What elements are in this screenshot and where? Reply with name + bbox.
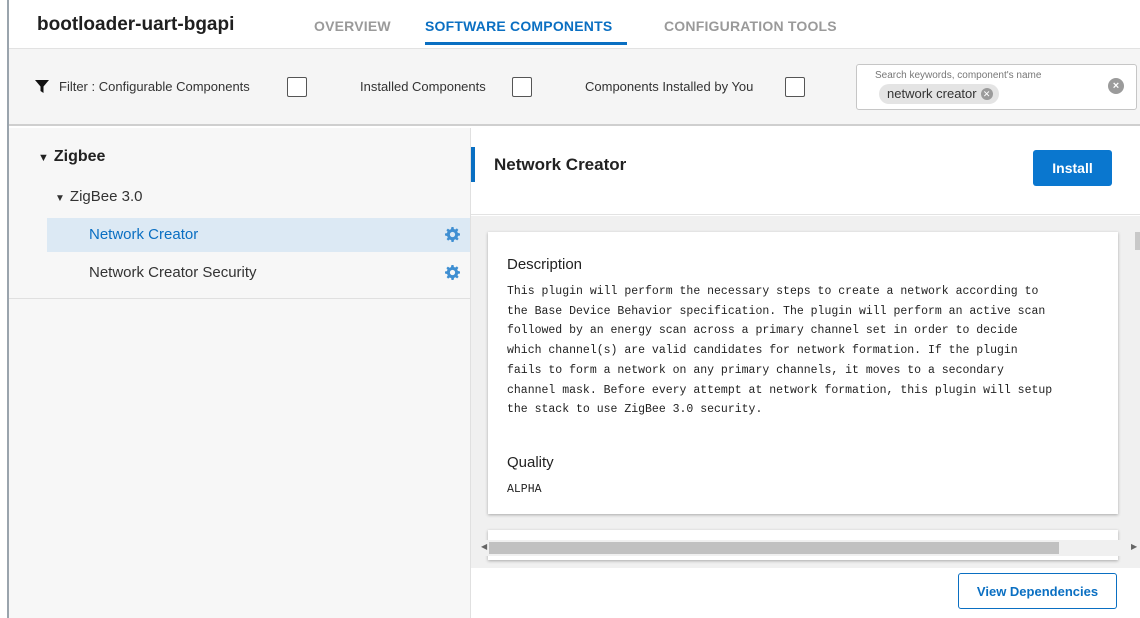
tree-item-network-creator[interactable]: Network Creator <box>47 218 470 252</box>
view-dependencies-button[interactable]: View Dependencies <box>958 573 1117 609</box>
detail-header: Network Creator Install <box>471 128 1140 215</box>
description-line: fails to form a network on any primary c… <box>507 363 1004 377</box>
component-title: Network Creator <box>494 155 627 174</box>
component-tree: ▼ Zigbee ▼ ZigBee 3.0 Network Creator Netw… <box>9 128 470 618</box>
title-accent-bar <box>471 147 475 182</box>
vertical-scrollbar[interactable] <box>1135 232 1140 250</box>
gear-icon[interactable] <box>445 227 460 242</box>
tree-item-label: Network Creator Security <box>89 264 257 281</box>
quality-value: ALPHA <box>507 483 542 496</box>
tab-software-components[interactable]: SOFTWARE COMPONENTS <box>425 18 612 34</box>
search-placeholder: Search keywords, component's name <box>875 70 1042 81</box>
tab-configuration-tools[interactable]: CONFIGURATION TOOLS <box>664 18 837 34</box>
tree-node-label: ZigBee 3.0 <box>69 188 143 205</box>
quality-heading: Quality <box>507 454 554 471</box>
description-line: the stack to use ZigBee 3.0 security. <box>507 403 763 417</box>
gear-icon[interactable] <box>445 265 460 280</box>
description-line: channel mask. Before every attempt at ne… <box>507 383 1053 397</box>
configurable-components-checkbox[interactable] <box>287 77 307 97</box>
scroll-right-icon[interactable]: ▶ <box>1131 542 1137 551</box>
filter-prefix: Filter : <box>59 79 96 94</box>
description-line: the Base Device Behavior specification. … <box>507 304 1046 318</box>
installed-components-label: Installed Components <box>360 79 486 94</box>
caret-down-icon: ▼ <box>55 193 65 204</box>
project-title: bootloader-uart-bgapi <box>37 14 235 35</box>
horizontal-scrollbar[interactable]: ◀ ▶ <box>479 540 1140 556</box>
tree-item-network-creator-security[interactable]: Network Creator Security <box>47 256 470 290</box>
filter-configurable-label: Configurable Components <box>98 79 250 94</box>
tab-overview[interactable]: OVERVIEW <box>314 18 391 34</box>
description-line: which channel(s) are valid candidates fo… <box>507 344 1018 358</box>
tree-node-zigbee[interactable]: ▼ Zigbee <box>38 148 105 166</box>
description-card: Description This plugin will perform the… <box>488 232 1118 514</box>
search-chip-label: network creator <box>887 86 977 101</box>
search-input[interactable]: Search keywords, component's name networ… <box>856 64 1137 110</box>
active-tab-indicator <box>425 42 627 45</box>
search-chip: network creator ✕ <box>879 84 999 104</box>
description-line: This plugin will perform the necessary s… <box>507 285 1039 298</box>
tree-item-label: Network Creator <box>89 226 199 243</box>
detail-footer: View Dependencies <box>471 568 1140 618</box>
scroll-left-icon[interactable]: ◀ <box>481 542 487 551</box>
component-detail: Network Creator Install Description This… <box>470 128 1140 618</box>
installed-by-you-label: Components Installed by You <box>585 79 754 94</box>
horizontal-scroll-thumb[interactable] <box>489 542 1059 554</box>
tree-node-label: Zigbee <box>53 148 106 165</box>
search-clear-icon[interactable]: × <box>1108 78 1124 94</box>
installed-components-checkbox[interactable] <box>512 77 532 97</box>
installed-by-you-checkbox[interactable] <box>785 77 805 97</box>
header: bootloader-uart-bgapi OVERVIEW SOFTWARE … <box>9 0 1140 48</box>
description-text: This plugin will perform the necessary s… <box>507 282 1107 420</box>
filter-label: Filter : Configurable Components <box>59 79 250 94</box>
detail-scroll-area[interactable]: Description This plugin will perform the… <box>471 216 1140 568</box>
install-button[interactable]: Install <box>1033 150 1112 186</box>
filter-bar: Filter : Configurable Components Install… <box>9 48 1140 126</box>
description-heading: Description <box>507 256 583 273</box>
filter-icon <box>35 80 49 93</box>
tree-node-zigbee-3[interactable]: ▼ ZigBee 3.0 <box>55 188 142 205</box>
caret-down-icon: ▼ <box>38 152 49 164</box>
chip-remove-icon[interactable]: ✕ <box>980 88 993 100</box>
description-line: followed by an energy scan across a prim… <box>507 324 1018 338</box>
tree-divider <box>9 298 470 299</box>
